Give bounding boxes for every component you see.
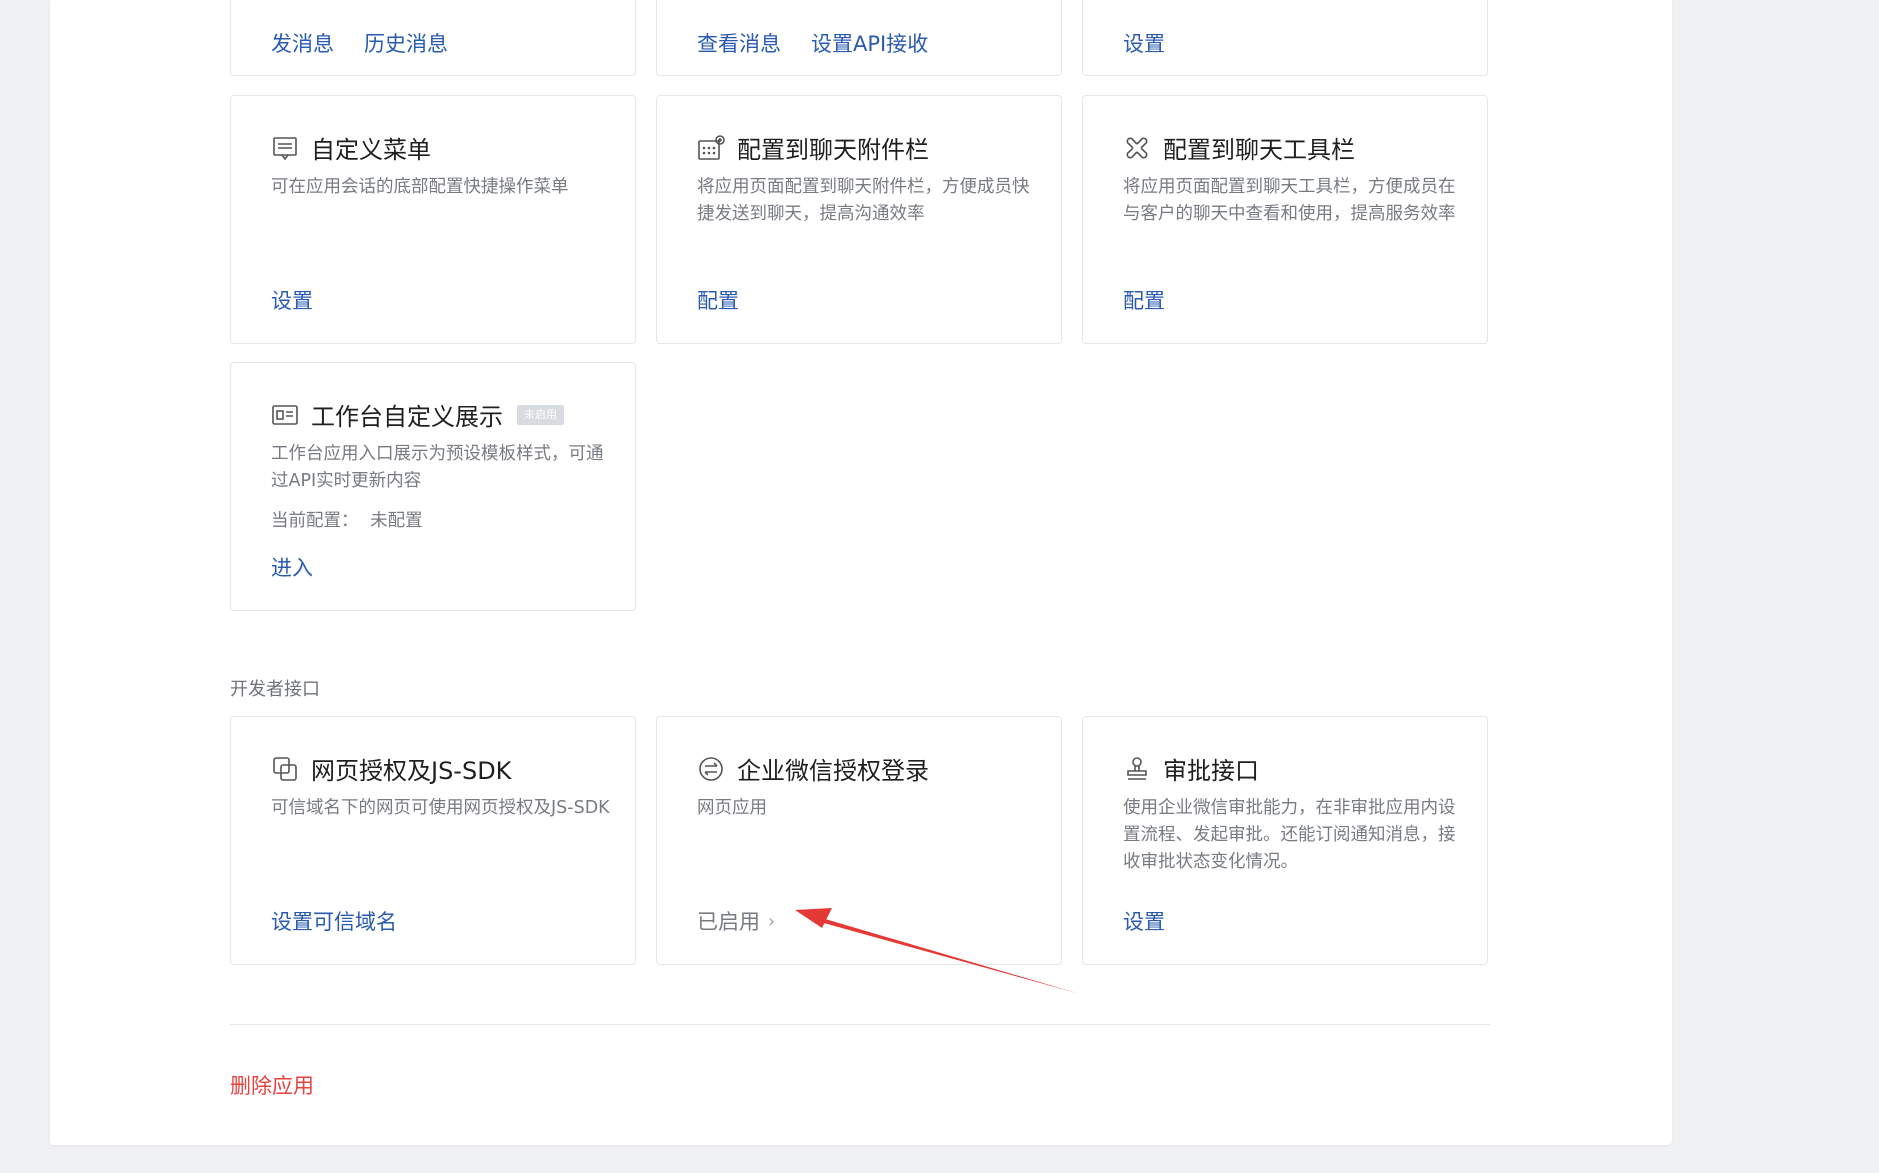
enabled-status-link[interactable]: 已启用 › — [697, 906, 775, 936]
card-chat-attachment-bar: 配置到聊天附件栏 将应用页面配置到聊天附件栏，方便成员快捷发送到聊天，提高沟通效… — [656, 95, 1062, 344]
card-web-auth-jssdk: 网页授权及JS-SDK 可信域名下的网页可使用网页授权及JS-SDK 设置可信域… — [230, 716, 636, 965]
card-receive-message: 查看消息 设置API接收 — [656, 0, 1062, 76]
card-top-right: 设置 — [1082, 0, 1488, 76]
workbench-enter-link[interactable]: 进入 — [271, 552, 313, 582]
workbench-card-icon — [271, 401, 299, 429]
card-description: 使用企业微信审批能力，在非审批应用内设置流程、发起审批。还能订阅通知消息，接收审… — [1123, 798, 1456, 872]
set-trusted-domain-link[interactable]: 设置可信域名 — [271, 906, 397, 936]
top-right-settings-link[interactable]: 设置 — [1123, 28, 1165, 58]
card-description: 可在应用会话的底部配置快捷操作菜单 — [271, 177, 569, 197]
card-title: 自定义菜单 — [311, 136, 431, 164]
section-divider — [230, 1024, 1490, 1025]
custom-menu-settings-link[interactable]: 设置 — [271, 285, 313, 315]
card-description: 可信域名下的网页可使用网页授权及JS-SDK — [271, 798, 610, 818]
section-title-developer: 开发者接口 — [230, 679, 320, 700]
delete-app-link[interactable]: 删除应用 — [230, 1070, 314, 1100]
card-approval-api: 审批接口 使用企业微信审批能力，在非审批应用内设置流程、发起审批。还能订阅通知消… — [1082, 716, 1488, 965]
menu-icon — [271, 134, 299, 162]
current-config-value: 未配置 — [370, 511, 423, 531]
chevron-right-icon: › — [768, 910, 776, 932]
card-workbench-display: 工作台自定义展示 未启用 工作台应用入口展示为预设模板样式，可通过API实时更新… — [230, 362, 636, 611]
status-badge: 未启用 — [517, 404, 564, 425]
toolbar-icon — [1123, 134, 1151, 162]
card-description: 将应用页面配置到聊天工具栏，方便成员在与客户的聊天中查看和使用，提高服务效率 — [1123, 177, 1456, 224]
card-title: 配置到聊天附件栏 — [737, 136, 929, 164]
approval-stamp-icon — [1123, 755, 1151, 783]
card-title: 审批接口 — [1163, 757, 1259, 785]
message-history-link[interactable]: 历史消息 — [364, 28, 448, 58]
wecom-login-icon — [697, 755, 725, 783]
current-config-label: 当前配置： — [271, 511, 359, 531]
card-title: 工作台自定义展示 — [311, 403, 503, 431]
card-chat-toolbar: 配置到聊天工具栏 将应用页面配置到聊天工具栏，方便成员在与客户的聊天中查看和使用… — [1082, 95, 1488, 344]
attachment-bar-icon — [697, 134, 725, 162]
view-messages-link[interactable]: 查看消息 — [697, 28, 781, 58]
send-message-link[interactable]: 发消息 — [271, 28, 334, 58]
card-description: 网页应用 — [697, 798, 767, 818]
card-description: 将应用页面配置到聊天附件栏，方便成员快捷发送到聊天，提高沟通效率 — [697, 177, 1030, 224]
status-text: 已启用 — [697, 910, 760, 934]
current-config: 当前配置： 未配置 — [271, 507, 423, 532]
web-auth-icon — [271, 755, 299, 783]
card-title: 企业微信授权登录 — [737, 757, 929, 785]
set-api-receive-link[interactable]: 设置API接收 — [811, 28, 928, 58]
card-title: 网页授权及JS-SDK — [311, 757, 512, 785]
toolbar-configure-link[interactable]: 配置 — [1123, 285, 1165, 315]
card-title: 配置到聊天工具栏 — [1163, 136, 1355, 164]
approval-settings-link[interactable]: 设置 — [1123, 906, 1165, 936]
attachment-bar-configure-link[interactable]: 配置 — [697, 285, 739, 315]
card-wecom-auth-login: 企业微信授权登录 网页应用 已启用 › — [656, 716, 1062, 965]
card-send-message: 发消息 历史消息 — [230, 0, 636, 76]
card-custom-menu: 自定义菜单 可在应用会话的底部配置快捷操作菜单 设置 — [230, 95, 636, 344]
card-description: 工作台应用入口展示为预设模板样式，可通过API实时更新内容 — [271, 444, 604, 491]
